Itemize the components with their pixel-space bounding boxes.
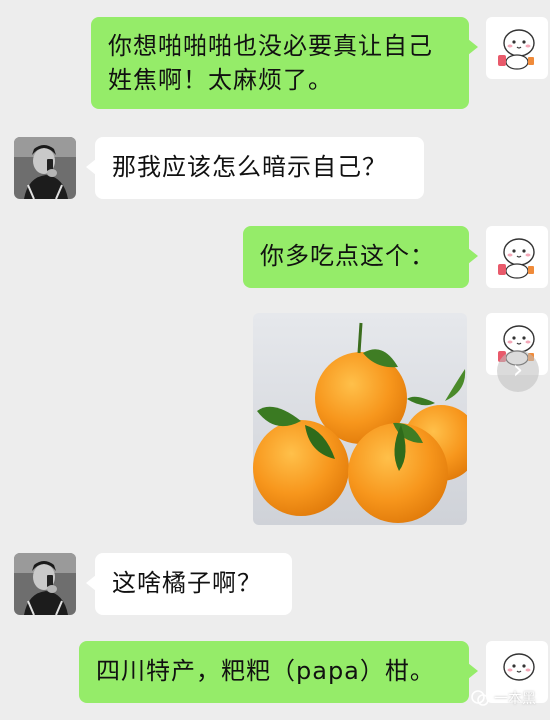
message-bubble-sent[interactable]: 四川特产，粑粑（papa）柑。 <box>79 641 478 703</box>
message-text: 四川特产，粑粑（papa）柑。 <box>96 657 435 685</box>
watermark-text: 一本黑 <box>494 691 536 707</box>
chevron-right-icon[interactable]: › <box>497 350 539 392</box>
message-bubble-sent[interactable]: 你多吃点这个： <box>243 226 478 288</box>
message-text-line: 姓焦啊！太麻烦了。 <box>108 66 333 94</box>
message-bubble-received[interactable]: 这啥橘子啊？ <box>86 553 292 615</box>
image-message-oranges[interactable] <box>253 313 467 525</box>
contact-avatar[interactable] <box>14 137 76 199</box>
message-text: 你多吃点这个： <box>260 242 435 270</box>
wechat-official-account-icon <box>471 690 489 706</box>
message-bubble-received[interactable]: 那我应该怎么暗示自己？ <box>86 137 424 199</box>
watermark: 一本黑 <box>470 686 536 710</box>
message-text: 那我应该怎么暗示自己？ <box>112 153 387 181</box>
self-avatar[interactable] <box>486 226 548 288</box>
contact-avatar[interactable] <box>14 553 76 615</box>
message-bubble-sent[interactable]: 你想啪啪啪也没必要真让自己 姓焦啊！太麻烦了。 <box>91 17 478 109</box>
self-avatar[interactable] <box>486 17 548 79</box>
message-text-line: 你想啪啪啪也没必要真让自己 <box>108 32 433 60</box>
message-text: 这啥橘子啊？ <box>112 569 262 597</box>
